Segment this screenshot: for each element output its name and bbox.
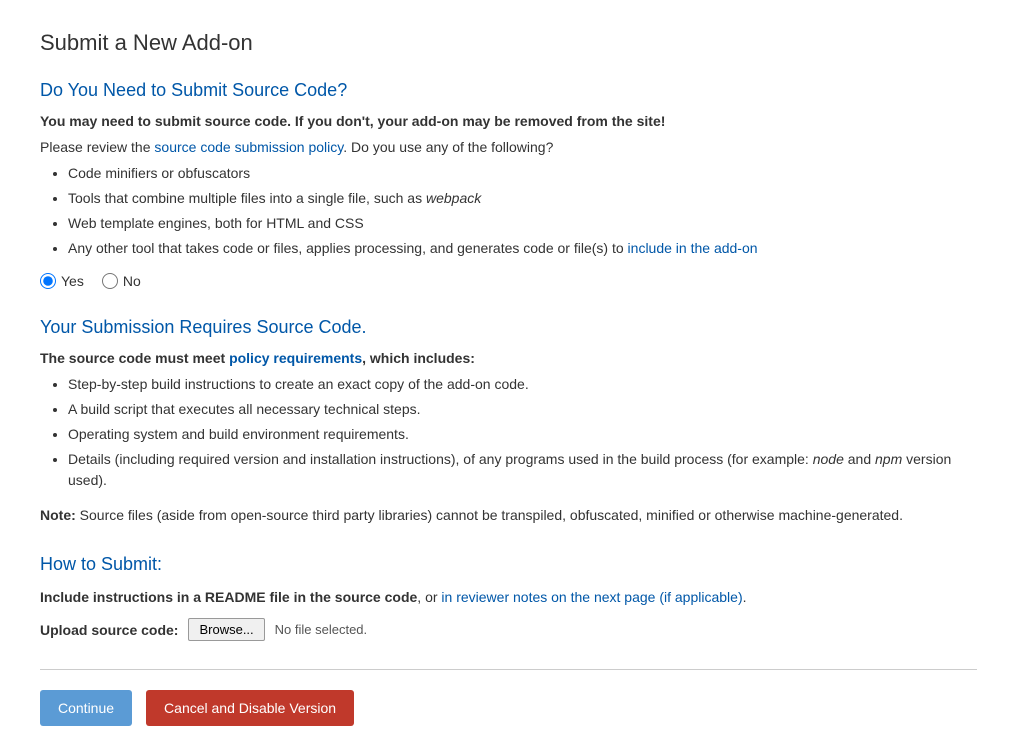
note-label: Note:: [40, 507, 76, 523]
section2-intro: The source code must meet policy require…: [40, 350, 977, 366]
section1-intro: Please review the source code submission…: [40, 139, 977, 155]
bullet-item: Tools that combine multiple files into a…: [68, 188, 977, 209]
continue-button[interactable]: Continue: [40, 690, 132, 726]
section2-intro-prefix: The source code must meet: [40, 350, 229, 366]
section1-intro-prefix: Please review the: [40, 139, 154, 155]
reviewer-notes-link[interactable]: in reviewer notes on the next page (if a…: [441, 589, 742, 605]
section1-bullets: Code minifiers or obfuscators Tools that…: [68, 163, 977, 259]
cancel-disable-button[interactable]: Cancel and Disable Version: [146, 690, 354, 726]
radio-yes-input[interactable]: [40, 273, 56, 289]
bullet-item: Details (including required version and …: [68, 449, 977, 491]
section1-intro-suffix: . Do you use any of the following?: [343, 139, 553, 155]
radio-yes-option[interactable]: Yes: [40, 273, 84, 289]
section2-note: Note: Source files (aside from open-sour…: [40, 505, 977, 526]
upload-label: Upload source code:: [40, 622, 178, 638]
section-source-code-question: Do You Need to Submit Source Code? You m…: [40, 80, 977, 289]
radio-no-option[interactable]: No: [102, 273, 141, 289]
section-how-to-submit: How to Submit: Include instructions in a…: [40, 554, 977, 641]
upload-row: Upload source code: Browse... No file se…: [40, 618, 977, 641]
source-code-policy-link[interactable]: source code submission policy: [154, 139, 343, 155]
section3-desc: Include instructions in a README file in…: [40, 587, 977, 608]
bullet-item: Step-by-step build instructions to creat…: [68, 374, 977, 395]
policy-requirements-link[interactable]: policy requirements: [229, 350, 362, 366]
radio-no-input[interactable]: [102, 273, 118, 289]
note-body: Source files (aside from open-source thi…: [76, 507, 903, 523]
bullet-item: Operating system and build environment r…: [68, 424, 977, 445]
action-row: Continue Cancel and Disable Version: [40, 690, 977, 726]
section3-heading: How to Submit:: [40, 554, 977, 575]
section1-heading: Do You Need to Submit Source Code?: [40, 80, 977, 101]
radio-yes-label: Yes: [61, 273, 84, 289]
section2-bullets: Step-by-step build instructions to creat…: [68, 374, 977, 491]
bullet-item: A build script that executes all necessa…: [68, 399, 977, 420]
bullet-item: Web template engines, both for HTML and …: [68, 213, 977, 234]
bullet-item: Any other tool that takes code or files,…: [68, 238, 977, 259]
divider: [40, 669, 977, 670]
yes-no-radio-group: Yes No: [40, 273, 977, 289]
section-requires-source: Your Submission Requires Source Code. Th…: [40, 317, 977, 526]
radio-no-label: No: [123, 273, 141, 289]
page-title: Submit a New Add-on: [40, 30, 977, 56]
browse-button[interactable]: Browse...: [188, 618, 264, 641]
bullet-item: Code minifiers or obfuscators: [68, 163, 977, 184]
section1-warning: You may need to submit source code. If y…: [40, 113, 977, 129]
section2-intro-suffix: , which includes:: [362, 350, 475, 366]
section2-heading: Your Submission Requires Source Code.: [40, 317, 977, 338]
include-link[interactable]: include in the add-on: [628, 240, 758, 256]
no-file-text: No file selected.: [275, 622, 368, 637]
